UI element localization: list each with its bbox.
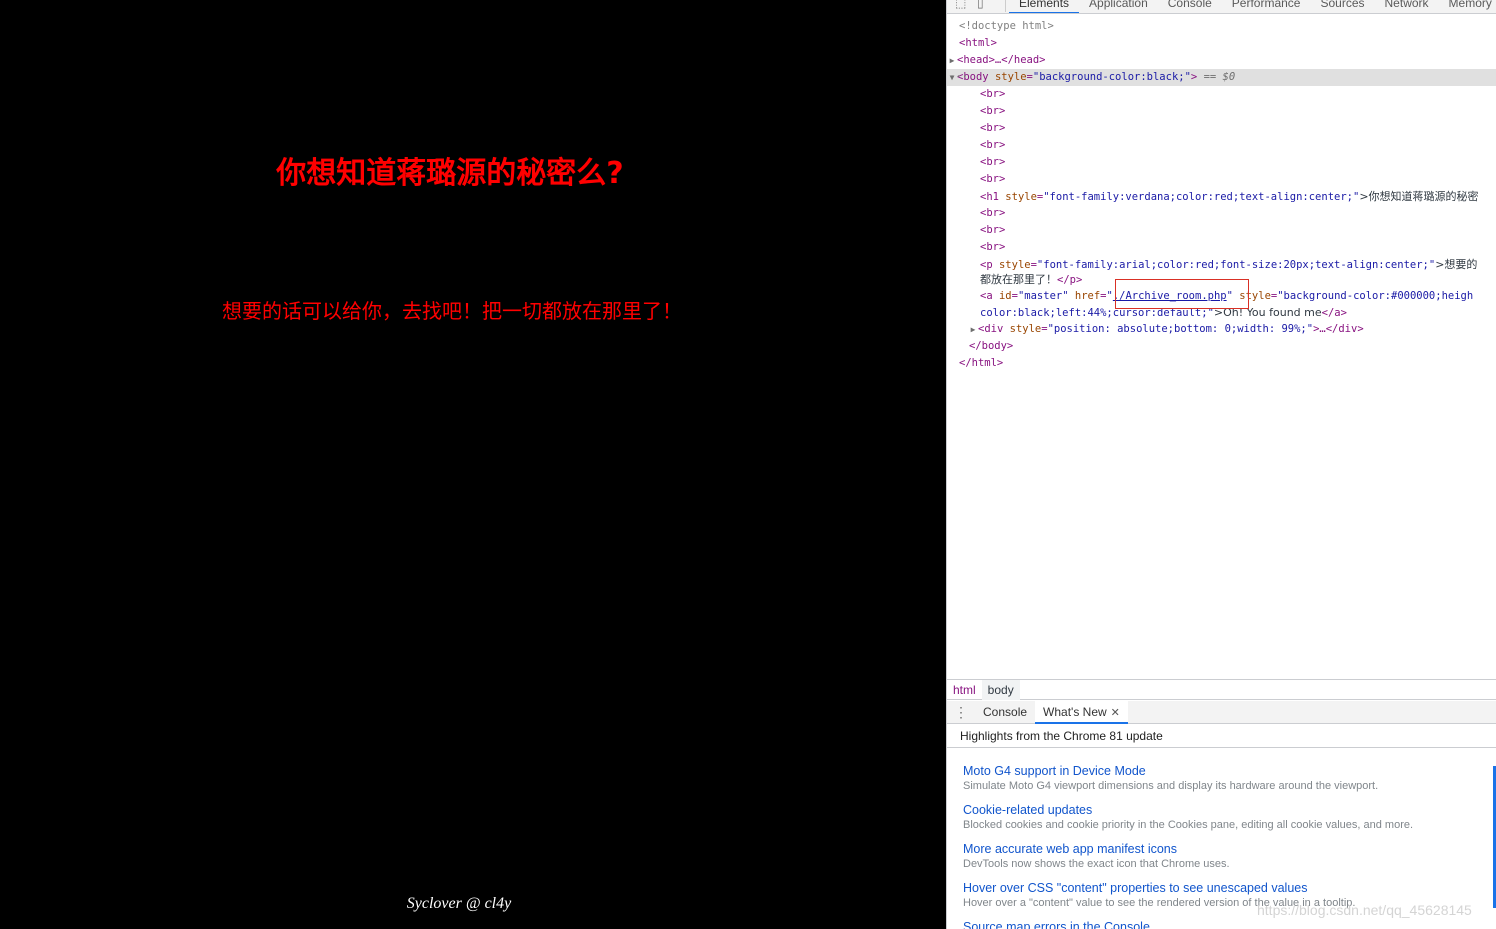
a-href-name: href bbox=[1074, 290, 1101, 302]
h1-attr-value: "font-family:verdana;color:red;text-alig… bbox=[1043, 191, 1360, 203]
body-close-bracket: > bbox=[1190, 71, 1198, 83]
list-item: Moto G4 support in Device Mode Simulate … bbox=[963, 764, 1483, 794]
p-attr-value: "font-family:arial;color:red;font-size:2… bbox=[1036, 259, 1436, 271]
html-open-tag: <html> bbox=[959, 37, 997, 49]
h1-text: >你想知道蒋璐源的秘密 bbox=[1359, 190, 1479, 203]
page-title: 你想知道蒋璐源的秘密么? bbox=[276, 156, 624, 191]
head-tag: <head>…</head> bbox=[957, 54, 1046, 66]
drawer-tabbar: ⋮ Console What's New ✕ bbox=[947, 700, 1496, 724]
p-attr-name: style bbox=[998, 259, 1031, 271]
p-close-tag: </p> bbox=[1057, 274, 1083, 286]
div-rest: >…</div> bbox=[1313, 323, 1364, 335]
devtools-toolbar: ⬚ ▯ Elements Application Console Perform… bbox=[947, 0, 1496, 14]
dom-line-br[interactable]: <br> bbox=[947, 120, 1496, 137]
drawer-tab-console[interactable]: Console bbox=[975, 701, 1035, 724]
whats-new-desc: DevTools now shows the exact icon that C… bbox=[963, 858, 1230, 870]
a-style-value: "background-color:#000000;heigh bbox=[1277, 290, 1474, 302]
devtools-panel: ⬚ ▯ Elements Application Console Perform… bbox=[946, 0, 1496, 929]
breadcrumb: html body bbox=[947, 679, 1496, 700]
dom-line-html-close[interactable]: </html> bbox=[947, 355, 1496, 372]
page-viewport: 你想知道蒋璐源的秘密么? 想要的话可以给你，去找吧！把一切都放在那里了！ Syc… bbox=[0, 0, 946, 929]
close-icon[interactable]: ✕ bbox=[1111, 707, 1120, 719]
dom-line-br[interactable]: <br> bbox=[947, 137, 1496, 154]
watermark-text: https://blog.csdn.net/qq_45628145 bbox=[1257, 902, 1472, 918]
dom-line-br[interactable]: <br> bbox=[947, 171, 1496, 188]
dom-line-html[interactable]: <html> bbox=[947, 35, 1496, 52]
dom-line-br[interactable]: <br> bbox=[947, 86, 1496, 103]
tab-memory[interactable]: Memory bbox=[1439, 0, 1496, 11]
dom-line-body-close[interactable]: </body> bbox=[947, 338, 1496, 355]
devtools-tabs: Elements Application Console Performance… bbox=[1009, 0, 1496, 13]
page-signature: Syclover @ cl4y bbox=[406, 895, 512, 912]
whats-new-link[interactable]: Hover over CSS "content" properties to s… bbox=[963, 881, 1483, 896]
tab-sources[interactable]: Sources bbox=[1310, 0, 1374, 11]
list-item: More accurate web app manifest icons Dev… bbox=[963, 842, 1483, 872]
tab-application[interactable]: Application bbox=[1079, 0, 1158, 11]
more-options-icon[interactable]: ··· bbox=[949, 69, 968, 86]
whats-new-desc: Simulate Moto G4 viewport dimensions and… bbox=[963, 780, 1379, 792]
p-text-continued: 都放在那里了！ bbox=[980, 273, 1057, 286]
drawer-tab-whats-new[interactable]: What's New ✕ bbox=[1035, 700, 1128, 724]
dom-line-br[interactable]: <br> bbox=[947, 103, 1496, 120]
whats-new-link[interactable]: Cookie-related updates bbox=[963, 803, 1483, 818]
tab-network[interactable]: Network bbox=[1375, 0, 1439, 11]
h1-attr-name: style bbox=[1005, 191, 1037, 203]
doctype-text: <!doctype html> bbox=[959, 20, 1054, 32]
dom-tree: <!doctype html> <html> ▶ <head>…</head> ·… bbox=[947, 18, 1496, 678]
whats-new-link[interactable]: More accurate web app manifest icons bbox=[963, 842, 1483, 857]
dom-line-br[interactable]: <br> bbox=[947, 222, 1496, 239]
tab-elements[interactable]: Elements bbox=[1009, 0, 1080, 13]
inspect-element-icon[interactable]: ⬚ bbox=[955, 0, 969, 10]
a-close-tag: </a> bbox=[1321, 307, 1347, 319]
selected-node-marker: == $0 bbox=[1203, 71, 1236, 83]
breadcrumb-body[interactable]: body bbox=[981, 679, 1020, 700]
highlight-box bbox=[1115, 279, 1249, 309]
h1-open-tag: <h1 bbox=[980, 191, 999, 203]
a-id-name: id bbox=[998, 290, 1012, 302]
expand-arrow-icon[interactable]: ▶ bbox=[968, 321, 978, 338]
drawer-tab-whats-new-label: What's New bbox=[1043, 704, 1107, 719]
toolbar-separator bbox=[1005, 0, 1006, 12]
device-toolbar-icon[interactable]: ▯ bbox=[977, 0, 991, 10]
dom-line-head[interactable]: ▶ <head>…</head> bbox=[947, 52, 1496, 69]
tab-console[interactable]: Console bbox=[1158, 0, 1222, 11]
list-item: Source map errors in the Console bbox=[963, 920, 1483, 929]
dom-line-doctype[interactable]: <!doctype html> bbox=[947, 18, 1496, 35]
dom-line-div[interactable]: ▶ <div style="position: absolute;bottom: … bbox=[947, 321, 1496, 338]
p-text: >想要的 bbox=[1435, 258, 1478, 271]
body-close-tag: </body> bbox=[969, 340, 1014, 352]
div-attr-value: "position: absolute;bottom: 0;width: 99%… bbox=[1047, 323, 1314, 335]
page-subtitle: 想要的话可以给你，去找吧！把一切都放在那里了！ bbox=[222, 301, 682, 323]
whats-new-link[interactable]: Moto G4 support in Device Mode bbox=[963, 764, 1483, 779]
drawer-menu-icon[interactable]: ⋮ bbox=[947, 704, 975, 721]
body-attr-name: style bbox=[994, 71, 1027, 83]
div-open-tag: <div bbox=[978, 323, 1004, 335]
a-id-value: "master" bbox=[1017, 290, 1069, 302]
dom-line-br[interactable]: <br> bbox=[947, 205, 1496, 222]
list-item: Cookie-related updates Blocked cookies a… bbox=[963, 803, 1483, 833]
dom-line-br[interactable]: <br> bbox=[947, 154, 1496, 171]
a-open-tag: <a bbox=[980, 290, 993, 302]
tab-performance[interactable]: Performance bbox=[1222, 0, 1311, 11]
dom-line-br[interactable]: <br> bbox=[947, 239, 1496, 256]
dom-line-h1[interactable]: <h1 style="font-family:verdana;color:red… bbox=[947, 188, 1496, 205]
breadcrumb-html[interactable]: html bbox=[947, 680, 982, 700]
expand-arrow-icon[interactable]: ▶ bbox=[947, 52, 957, 69]
whats-new-link[interactable]: Source map errors in the Console bbox=[963, 920, 1483, 929]
whats-new-desc: Blocked cookies and cookie priority in t… bbox=[963, 819, 1414, 831]
body-attr-value: "background-color:black;" bbox=[1032, 71, 1191, 83]
whats-new-header: Highlights from the Chrome 81 update bbox=[947, 725, 1496, 748]
div-attr-name: style bbox=[1009, 323, 1042, 335]
dom-line-body-selected[interactable]: ··· ▼ <body style="background-color:black… bbox=[947, 69, 1496, 86]
html-close-tag: </html> bbox=[959, 357, 1004, 369]
p-open-tag: <p bbox=[980, 259, 993, 271]
